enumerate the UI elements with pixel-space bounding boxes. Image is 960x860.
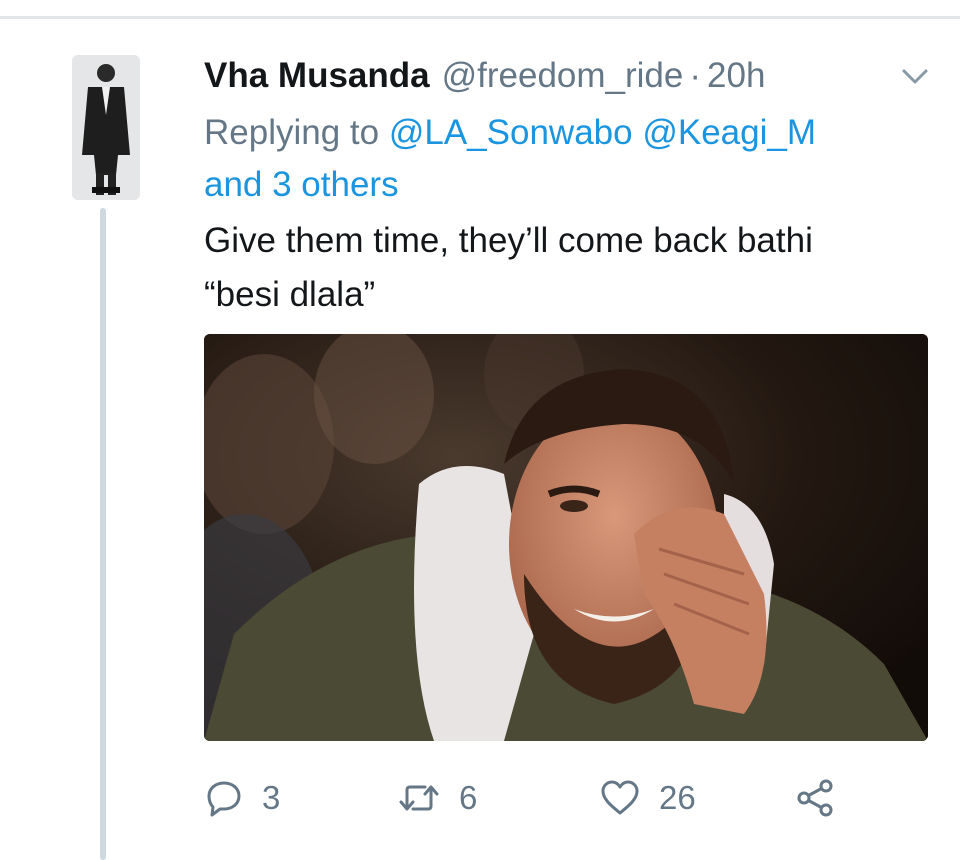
tweet-text-line: “besi dlala” xyxy=(204,275,376,314)
mention-link[interactable]: @LA_Sonwabo xyxy=(389,113,633,152)
retweet-icon xyxy=(399,785,439,811)
retweet-button[interactable]: 6 xyxy=(397,770,477,826)
chevron-down-icon xyxy=(902,69,928,84)
tweet-header: Vha Musanda @freedom_ride · 20h xyxy=(204,52,765,100)
avatar[interactable] xyxy=(72,55,140,200)
tweet-media-image[interactable] xyxy=(204,334,928,741)
display-name[interactable]: Vha Musanda xyxy=(204,56,430,96)
like-button[interactable]: 26 xyxy=(599,770,696,826)
media-illustration xyxy=(204,334,928,741)
reply-icon xyxy=(207,781,241,817)
tweet-menu-button[interactable] xyxy=(898,62,932,92)
timestamp[interactable]: 20h xyxy=(707,56,765,96)
mention-link[interactable]: @Keagi_M xyxy=(642,113,816,152)
separator-dot: · xyxy=(689,56,702,95)
heart-icon xyxy=(601,780,639,815)
avatar-image xyxy=(72,55,140,200)
others-link[interactable]: and 3 others xyxy=(204,165,399,204)
tweet-text-line: Give them time, they’ll come back bathi xyxy=(204,221,813,260)
thread-line xyxy=(100,208,106,860)
share-icon xyxy=(797,779,833,817)
reply-button[interactable]: 3 xyxy=(204,770,280,826)
share-button[interactable] xyxy=(794,770,836,826)
tweet-actions: 3 6 26 xyxy=(204,770,944,826)
replying-others: and 3 others xyxy=(204,160,399,210)
retweet-count: 6 xyxy=(459,779,478,816)
user-handle[interactable]: @freedom_ride xyxy=(442,56,684,96)
like-count: 26 xyxy=(659,779,696,816)
reply-count: 3 xyxy=(262,779,281,816)
replying-to: Replying to @LA_Sonwabo @Keagi_M xyxy=(204,108,816,158)
replying-prefix: Replying to xyxy=(204,113,380,152)
top-divider xyxy=(0,16,960,19)
